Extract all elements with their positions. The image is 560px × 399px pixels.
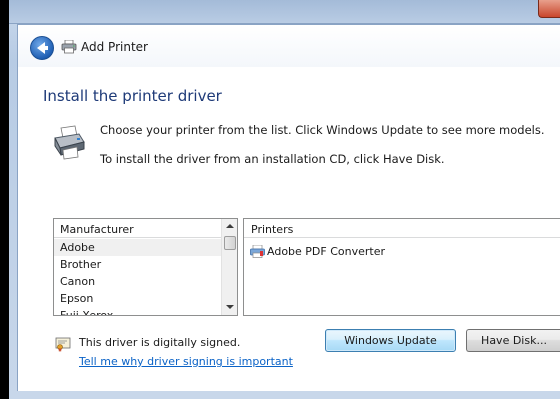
certificate-icon bbox=[55, 337, 71, 352]
printer-icon bbox=[61, 40, 77, 54]
add-printer-window: Add Printer Install the printer driver C… bbox=[9, 0, 560, 399]
scroll-down-arrow-icon[interactable] bbox=[222, 299, 237, 315]
manufacturer-header[interactable]: Manufacturer bbox=[54, 219, 222, 238]
list-item[interactable]: Adobe bbox=[54, 239, 222, 256]
pdf-printer-icon bbox=[250, 244, 265, 258]
driver-signing-link[interactable]: Tell me why driver signing is important bbox=[79, 355, 293, 368]
list-item[interactable]: Brother bbox=[54, 256, 222, 273]
title-bar bbox=[9, 0, 560, 24]
printer-name: Adobe PDF Converter bbox=[267, 244, 386, 258]
window-title: Add Printer bbox=[81, 40, 148, 54]
manufacturer-list[interactable]: Manufacturer Adobe Brother Canon Epson F… bbox=[53, 218, 238, 316]
manufacturer-scrollbar[interactable] bbox=[221, 219, 237, 315]
instruction-text: Choose your printer from the list. Click… bbox=[100, 123, 545, 137]
printer-list-item[interactable]: Adobe PDF Converter bbox=[250, 243, 385, 259]
page-title: Install the printer driver bbox=[43, 87, 222, 105]
list-item[interactable]: Fuji Xerox bbox=[54, 307, 222, 315]
signed-status-text: This driver is digitally signed. bbox=[79, 336, 241, 349]
scroll-thumb[interactable] bbox=[224, 236, 236, 250]
back-arrow-icon[interactable] bbox=[30, 36, 54, 60]
close-button[interactable] bbox=[538, 0, 560, 18]
install-cd-text: To install the driver from an installati… bbox=[100, 152, 445, 166]
printers-header[interactable]: Printers bbox=[244, 219, 560, 238]
wizard-content: Add Printer Install the printer driver C… bbox=[17, 24, 560, 391]
manufacturer-items: Adobe Brother Canon Epson Fuji Xerox bbox=[54, 239, 222, 315]
scroll-up-arrow-icon[interactable] bbox=[222, 219, 237, 235]
printer-icon bbox=[54, 125, 85, 160]
windows-update-button[interactable]: Windows Update bbox=[325, 329, 456, 352]
list-item[interactable]: Epson bbox=[54, 290, 222, 307]
wizard-header: Add Printer bbox=[18, 25, 560, 67]
screen-frame: Add Printer Install the printer driver C… bbox=[0, 0, 560, 399]
have-disk-button[interactable]: Have Disk... bbox=[466, 329, 560, 352]
printers-list[interactable]: Printers Adobe PDF Converter bbox=[243, 218, 560, 316]
list-item[interactable]: Canon bbox=[54, 273, 222, 290]
